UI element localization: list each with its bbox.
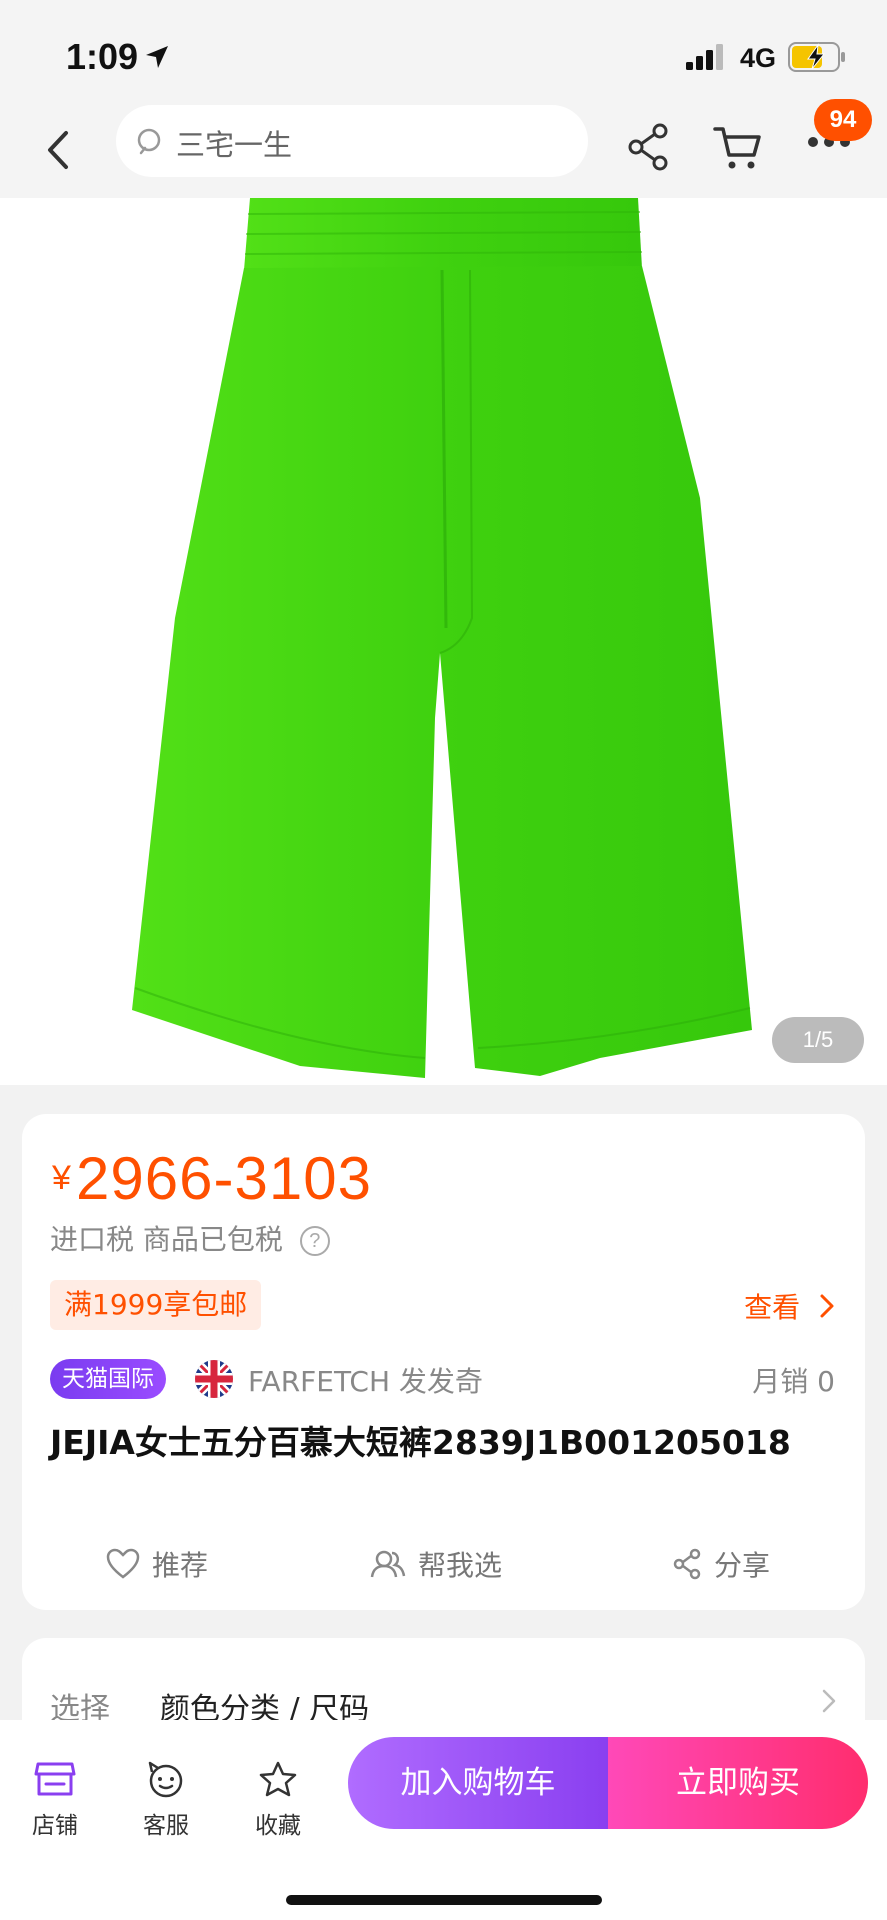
image-counter: 1/5 [772,1017,864,1063]
help-icon[interactable]: ? [299,1226,330,1256]
home-indicator[interactable] [286,1895,602,1905]
service-label: 客服 [143,1813,189,1839]
search-query: 三宅一生 [176,128,293,162]
uk-flag-icon [195,1360,233,1398]
share-icon[interactable] [624,121,672,173]
shipping-promo-tag: 满1999享包邮 [50,1280,262,1330]
network-label: 4G [740,43,777,73]
share-icon [673,1548,701,1580]
promo-view-label: 查看 [744,1291,801,1324]
promo-view-link[interactable]: 查看 [744,1286,835,1326]
product-title: JEJIA女士五分百慕大短裤2839J1B001205018 [50,1423,791,1462]
chevron-right-icon [822,1689,836,1713]
tmall-global-badge: 天猫国际 [50,1359,166,1399]
tax-text: 进口税 商品已包税 [50,1223,283,1256]
recommend-button[interactable]: 推荐 [106,1534,208,1594]
favorite-tab[interactable]: 收藏 [233,1760,323,1840]
cart-icon[interactable] [712,121,764,173]
heart-icon [106,1548,140,1579]
signal-icon [686,44,723,70]
help-choose-label: 帮我选 [418,1549,503,1582]
status-bar: 1:09 4G [0,0,887,105]
nav-bar: 三宅一生 94 [0,99,887,198]
store-icon [34,1762,76,1796]
status-time: 1:09 [66,36,139,77]
search-icon [137,128,161,155]
recommend-label: 推荐 [152,1549,209,1582]
share-button[interactable]: 分享 [672,1534,770,1594]
search-input[interactable]: 三宅一生 [116,105,588,177]
action-row: 推荐 帮我选 分享 [22,1534,865,1594]
location-arrow-icon [146,46,168,68]
product-image[interactable] [0,198,887,1085]
back-icon[interactable] [38,125,80,175]
store-tab[interactable]: 店铺 [10,1760,100,1840]
price-value: 2966-3103 [76,1145,372,1212]
star-icon [259,1761,297,1797]
price: ¥ 2966-3103 [52,1144,372,1213]
add-to-cart-button[interactable]: 加入购物车 [348,1737,608,1829]
chevron-right-icon [820,1294,834,1318]
bottom-action-bar: 店铺 客服 收藏 加入购物车 立即购买 [0,1720,887,1920]
product-shorts-image [132,198,752,1078]
product-info-card: ¥ 2966-3103 进口税 商品已包税 ? 满1999享包邮 查看 天猫国际… [22,1114,865,1610]
service-face-icon [148,1761,183,1798]
battery-charging-icon [788,42,845,72]
share-label: 分享 [714,1549,771,1582]
cart-count-badge: 94 [814,99,872,141]
store-label: 店铺 [32,1813,78,1839]
help-choose-button[interactable]: 帮我选 [370,1534,502,1594]
tax-info: 进口税 商品已包税 ? [50,1218,330,1258]
seller-name[interactable]: FARFETCH 发发奇 [248,1360,483,1400]
customer-service-tab[interactable]: 客服 [121,1760,211,1840]
people-icon [370,1550,406,1578]
buy-now-button[interactable]: 立即购买 [608,1737,868,1829]
favorite-label: 收藏 [255,1813,301,1839]
price-currency: ¥ [52,1159,71,1197]
monthly-sales: 月销 0 [752,1365,835,1398]
